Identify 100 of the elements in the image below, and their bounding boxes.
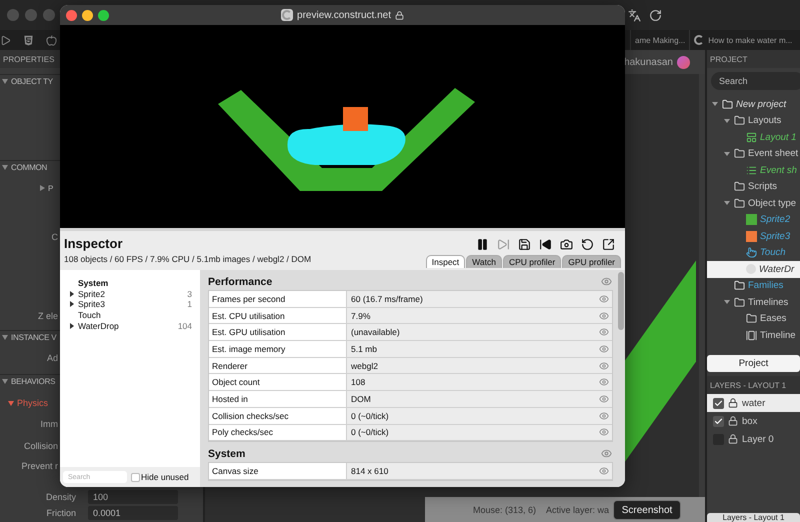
inspector-tab[interactable]: Inspect: [426, 255, 466, 268]
visibility-checkbox[interactable]: [713, 398, 724, 408]
tree-item[interactable]: Sprite2: [707, 212, 800, 228]
tree-item[interactable]: Touch: [707, 244, 800, 261]
tree-item[interactable]: Families: [707, 278, 800, 294]
layer-item[interactable]: box: [707, 412, 800, 430]
watch-icon[interactable]: [599, 310, 609, 321]
apple-icon[interactable]: [46, 34, 57, 46]
checkbox[interactable]: [131, 472, 140, 482]
construct-logo-icon: [694, 35, 704, 45]
watch-icon[interactable]: [601, 276, 612, 287]
watch-icon[interactable]: [599, 410, 609, 421]
close-button[interactable]: [66, 10, 77, 20]
expander-icon[interactable]: [70, 301, 74, 308]
tree-item[interactable]: Sprite3: [707, 228, 800, 244]
object-item[interactable]: System: [70, 278, 192, 289]
inspector-tab[interactable]: CPU profiler: [502, 255, 562, 268]
pause-icon: [476, 238, 489, 251]
layout-icon: [746, 132, 757, 143]
table-cell: Collision checks/sec: [209, 408, 347, 424]
search-field[interactable]: Search: [711, 72, 800, 90]
watch-icon[interactable]: [599, 294, 609, 304]
scrollbar[interactable]: [618, 272, 624, 330]
watch-icon[interactable]: [599, 327, 609, 338]
minimize-button[interactable]: [82, 10, 93, 20]
tree-item[interactable]: Timelines: [707, 294, 800, 310]
popout-button[interactable]: [600, 236, 617, 253]
section-title: INSTANCE V: [11, 333, 56, 342]
watch-icon[interactable]: [599, 344, 609, 354]
rewind-icon: [539, 238, 552, 251]
tree-item[interactable]: New project: [707, 96, 800, 112]
panel-title: PROJECT: [707, 50, 800, 68]
tree-item[interactable]: Scripts: [707, 178, 800, 195]
property-label: C: [50, 232, 58, 242]
lock-icon[interactable]: [728, 434, 738, 444]
folder-icon: [734, 296, 745, 308]
inspector-tab[interactable]: Watch: [466, 255, 502, 268]
layer-item[interactable]: Layer 0: [707, 430, 800, 448]
watch-icon[interactable]: [601, 448, 612, 460]
families-folder-icon: [734, 280, 745, 292]
object-item[interactable]: Touch: [70, 310, 192, 320]
watch-icon[interactable]: [599, 427, 609, 438]
timeline-icon: [746, 330, 757, 341]
behavior-title: Physics: [17, 398, 48, 408]
panel-tab[interactable]: Project: [707, 355, 800, 372]
table-cell: Est. GPU utilisation: [209, 324, 347, 340]
table-cell-text: 7.9%: [350, 310, 372, 323]
table-cell: Est. CPU utilisation: [209, 308, 347, 324]
object-item[interactable]: Sprite2 3: [70, 288, 192, 300]
save-button[interactable]: [516, 236, 533, 253]
tooltip: Screenshot: [613, 500, 681, 520]
expander-icon[interactable]: [70, 290, 74, 297]
table-cell-text: 0 (~0/tick): [350, 426, 390, 440]
property-label: Density: [44, 492, 77, 502]
tree-item[interactable]: Object type: [707, 195, 800, 212]
table-cell: Poly checks/sec: [209, 424, 347, 440]
panel-title: LAYERS - LAYOUT 1: [707, 376, 800, 394]
table-cell: Hosted in: [209, 391, 347, 407]
folder-icon: [734, 181, 745, 192]
section-title: COMMON: [11, 163, 48, 172]
folder-icon: [722, 98, 733, 110]
panel-tab[interactable]: Layers - Layout 1: [707, 513, 800, 522]
url-text: preview.construct.net: [297, 10, 391, 20]
inspector-title: Inspector: [64, 236, 124, 251]
tree-item[interactable]: Event sheet: [707, 146, 800, 162]
inspector-tab[interactable]: GPU profiler: [562, 255, 621, 268]
expander-icon[interactable]: [70, 322, 74, 329]
table-cell: Object count: [209, 374, 347, 390]
maximize-button[interactable]: [98, 10, 109, 20]
folder-icon: [734, 198, 745, 209]
watch-icon[interactable]: [599, 466, 609, 476]
html5-icon[interactable]: [23, 34, 34, 46]
translate-icon[interactable]: [628, 8, 641, 22]
tree-item[interactable]: Event sh: [707, 162, 800, 178]
lock-icon: [394, 10, 404, 20]
lock-icon[interactable]: [728, 398, 738, 408]
watch-icon[interactable]: [599, 360, 609, 371]
play-icon[interactable]: [0, 34, 11, 46]
avatar[interactable]: [677, 56, 690, 68]
reload-icon[interactable]: [649, 8, 662, 22]
tree-item[interactable]: Layouts: [707, 112, 800, 129]
section-title: OBJECT TY: [11, 77, 53, 86]
object-item[interactable]: Sprite3 1: [70, 299, 192, 310]
tree-item[interactable]: Eases: [707, 310, 800, 327]
watch-icon[interactable]: [599, 394, 609, 404]
table-cell: Canvas size: [209, 463, 347, 479]
layer-item[interactable]: water: [707, 394, 800, 412]
tree-item[interactable]: Timeline: [707, 327, 800, 344]
lock-icon[interactable]: [728, 416, 738, 426]
tree-item[interactable]: Layout 1: [707, 129, 800, 146]
object-item[interactable]: WaterDrop 104: [70, 320, 192, 331]
restart-button[interactable]: [579, 236, 596, 253]
table-cell: Renderer: [209, 358, 347, 374]
tree-item[interactable]: WaterDr: [707, 261, 800, 278]
property-label: Imm: [40, 419, 58, 429]
watch-icon[interactable]: [599, 377, 609, 388]
property-label: Ad: [46, 353, 58, 363]
property-field[interactable]: 0.0001: [88, 506, 178, 520]
property-field[interactable]: 100: [88, 490, 178, 504]
visibility-checkbox[interactable]: [713, 416, 724, 426]
